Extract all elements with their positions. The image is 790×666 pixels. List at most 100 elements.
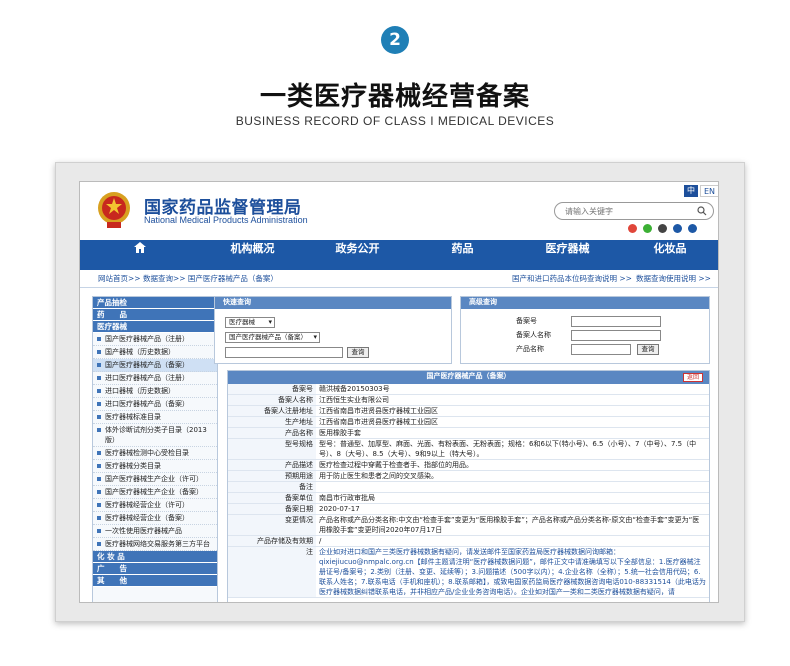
sidebar-section[interactable]: 其 他 — [93, 575, 217, 587]
detail-title: 国产医疗器械产品（备案） 返回 — [228, 371, 709, 384]
filer-name-label: 备案人名称 — [516, 331, 551, 339]
sidebar-item[interactable]: 国产器械（历史数据） — [93, 346, 217, 359]
advanced-search-title: 高级查询 — [461, 297, 709, 309]
lang-cn-button[interactable]: 中 — [684, 185, 698, 197]
category-select[interactable]: 医疗器械 — [225, 317, 275, 328]
website-screenshot: 国家药品监督管理局 National Medical Products Admi… — [79, 181, 719, 603]
sidebar-item[interactable]: 医疗器械经营企业（备案） — [93, 512, 217, 525]
query-guide-link[interactable]: 数据查询使用说明 >> — [636, 270, 711, 288]
record-no-label: 备案号 — [516, 317, 537, 325]
sidebar-menu: 产品抽检药 品医疗器械 国产医疗器械产品（注册） 国产器械（历史数据） 国产医疗器械产… — [92, 296, 218, 602]
nav-home[interactable] — [80, 240, 200, 270]
sidebar-section[interactable]: 产品抽检 — [93, 297, 217, 309]
site-header: 国家药品监督管理局 National Medical Products Admi… — [80, 182, 718, 240]
quick-search-input[interactable] — [225, 347, 343, 358]
sidebar-item[interactable]: 一次性使用医疗器械产品 — [93, 525, 217, 538]
table-row: 产品描述 医疗检查过程中穿戴于检查者手、指部位的用品。 — [228, 460, 709, 471]
sidebar-section[interactable]: 化 妆 品 — [93, 551, 217, 563]
filer-name-input[interactable] — [571, 330, 661, 341]
sidebar-item[interactable]: 国产医疗器械产品（备案） — [93, 359, 217, 372]
social-links — [628, 224, 697, 233]
search-input[interactable] — [565, 205, 685, 218]
detail-title-text: 国产医疗器械产品（备案） — [426, 372, 511, 380]
weibo-icon[interactable] — [628, 224, 637, 233]
database-select[interactable]: 国产医疗器械产品（备案） — [225, 332, 320, 343]
home-icon — [134, 241, 146, 253]
field-label: 型号规格 — [228, 439, 316, 459]
search-icon[interactable] — [697, 206, 707, 216]
page-subtitle: BUSINESS RECORD OF CLASS I MEDICAL DEVIC… — [235, 114, 555, 128]
field-value: 南昌市行政审批局 — [319, 494, 375, 502]
quick-search-panel: 快速查询 医疗器械 国产医疗器械产品（备案） 查询 — [214, 296, 452, 364]
main-nav: 机构概况 政务公开 药品 医疗器械 化妆品 — [80, 240, 718, 270]
field-label: 备案单位 — [228, 493, 316, 503]
sidebar-item[interactable]: 国产医疗器械产品（注册） — [93, 333, 217, 346]
table-row: 注企业如对进口和国产三类医疗器械数据有疑问，请发送邮件至国家药监局医疗器械数据问… — [228, 547, 709, 598]
table-row: 备案日期 2020-07-17 — [228, 504, 709, 515]
product-name-label: 产品名称 — [516, 345, 544, 353]
sidebar-item[interactable]: 进口医疗器械产品（注册） — [93, 372, 217, 385]
accessibility-icon[interactable] — [673, 224, 682, 233]
table-row: 备案单位 南昌市行政审批局 — [228, 493, 709, 504]
table-row: 备案人注册地址 江西省南昌市进贤县医疗器械工业园区 — [228, 406, 709, 417]
table-row: 预期用途 用于防止医生和患者之间的交叉感染。 — [228, 471, 709, 482]
field-label: 产品存储及有效期 — [228, 536, 316, 546]
field-label: 变更情况 — [228, 515, 316, 535]
field-value: 产品名称或产品分类名称:中文由“检查手套”变更为“医用橡胶手套”；产品名称或产品… — [319, 516, 700, 534]
field-label: 注 — [228, 547, 316, 597]
breadcrumb-path[interactable]: 网站首页>> 数据查询>> 国产医疗器械产品（备案） — [98, 270, 278, 288]
language-switch: 中 EN — [684, 185, 718, 197]
table-row: 备注 — [228, 482, 709, 493]
nav-item-gov[interactable]: 政务公开 — [305, 240, 410, 270]
record-no-input[interactable] — [571, 316, 661, 327]
table-row: 备案人名称 江西恒生实业有限公司 — [228, 395, 709, 406]
sidebar-item[interactable]: 进口器械（历史数据） — [93, 385, 217, 398]
field-label: 备案人注册地址 — [228, 406, 316, 416]
page-title: 一类医疗器械经营备案 — [259, 82, 530, 112]
field-value: 2020-07-17 — [319, 505, 360, 513]
sidebar-item[interactable]: 国产医疗器械生产企业（备案） — [93, 486, 217, 499]
field-label: 预期用途 — [228, 471, 316, 481]
mobile-icon[interactable] — [658, 224, 667, 233]
field-value: 江西省南昌市进贤县医疗器械工业园区 — [319, 407, 438, 415]
quick-search-button[interactable]: 查询 — [347, 347, 369, 358]
sidebar-section[interactable]: 广 告 — [93, 563, 217, 575]
sidebar-item[interactable]: 医疗器械分类目录 — [93, 460, 217, 473]
field-value: 医疗检查过程中穿戴于检查者手、指部位的用品。 — [319, 461, 473, 469]
site-search — [554, 202, 714, 220]
table-row: 生产地址 江西省南昌市进贤县医疗器械工业园区 — [228, 417, 709, 428]
sidebar-item[interactable]: 医疗器械检测中心受检目录 — [93, 447, 217, 460]
field-label: 备案日期 — [228, 504, 316, 514]
sidebar-item[interactable]: 医疗器械网络交易服务第三方平台 — [93, 538, 217, 551]
advanced-search-panel: 高级查询 备案号 备案人名称 产品名称 查询 — [460, 296, 710, 364]
field-value: 赣洪械备20150303号 — [319, 385, 390, 393]
field-label: 备注 — [228, 482, 316, 492]
field-value: 医用橡胶手套 — [319, 429, 361, 437]
advanced-search-button[interactable]: 查询 — [637, 344, 659, 355]
sidebar-item[interactable]: 体外诊断试剂分类子目录（2013版） — [93, 424, 217, 447]
nav-item-drugs[interactable]: 药品 — [410, 240, 515, 270]
sidebar-item[interactable]: 国产医疗器械生产企业（许可） — [93, 473, 217, 486]
sidebar-section[interactable]: 药 品 — [93, 309, 217, 321]
nav-item-org[interactable]: 机构概况 — [200, 240, 305, 270]
product-name-input[interactable] — [571, 344, 631, 355]
record-detail-table: 国产医疗器械产品（备案） 返回 备案号 赣洪械备20150303号 备案人名称 江西恒… — [227, 370, 710, 602]
lang-en-button[interactable]: EN — [700, 185, 718, 197]
field-value: 江西恒生实业有限公司 — [319, 396, 389, 404]
field-label: 产品名称 — [228, 428, 316, 438]
sidebar-item[interactable]: 进口医疗器械产品（备案） — [93, 398, 217, 411]
sidebar-item[interactable]: 医疗器械经营企业（许可） — [93, 499, 217, 512]
user-icon[interactable] — [688, 224, 697, 233]
sidebar-item[interactable]: 医疗器械标准目录 — [93, 411, 217, 424]
table-row: 型号规格 型号：普通型、加厚型、麻面、光面、有粉表面、无粉表面；规格：6和6以下(… — [228, 439, 709, 460]
quick-search-title: 快速查询 — [215, 297, 451, 309]
wechat-icon[interactable] — [643, 224, 652, 233]
nav-item-devices[interactable]: 医疗器械 — [515, 240, 620, 270]
field-value: 企业如对进口和国产三类医疗器械数据有疑问，请发送邮件至国家药监局医疗器械数据问询… — [319, 548, 706, 596]
nav-item-cosmetics[interactable]: 化妆品 — [620, 240, 718, 270]
code-query-guide-link[interactable]: 国产和进口药品本位码查询说明 >> — [512, 270, 632, 288]
field-label: 生产地址 — [228, 417, 316, 427]
sidebar-section[interactable]: 医疗器械 — [93, 321, 217, 333]
back-button[interactable]: 返回 — [682, 373, 703, 382]
field-label: 产品描述 — [228, 460, 316, 470]
